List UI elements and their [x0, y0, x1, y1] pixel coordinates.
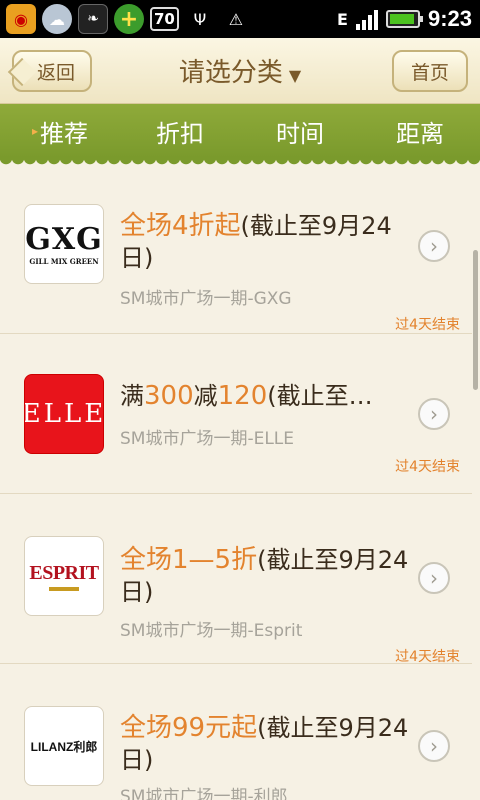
tab-distance[interactable]: 距离 [360, 104, 480, 158]
tab-bar: ▸ 推荐 折扣 时间 距离 [0, 104, 480, 158]
store-name: SM城市广场一期-ELLE [120, 429, 295, 449]
active-marker-icon: ▸ [31, 124, 39, 138]
title-bar: 返回 请选分类 ▼ 首页 [0, 38, 480, 104]
scrollbar[interactable] [473, 250, 478, 390]
page-title: 请选分类 [178, 58, 283, 88]
leaf-icon: ❧ [78, 4, 108, 34]
offer-text: 全场99元起(截止至9月24日) [120, 713, 409, 774]
weibo-icon: ◉ [6, 4, 36, 34]
chevron-right-icon[interactable]: › [418, 730, 450, 762]
clock: 9:23 [427, 6, 472, 31]
offer-text: 满300减120(截止至… [120, 381, 373, 411]
signal-icon [355, 8, 378, 30]
weather-icon: ☁ [42, 4, 72, 34]
store-name: SM城市广场一期-GXG [120, 289, 292, 309]
list-item[interactable]: ELLE 满300减120(截止至… SM城市广场一期-ELLE 过4天结束 › [0, 334, 472, 494]
warning-icon: ⚠ [228, 9, 244, 29]
home-button[interactable]: 首页 [392, 50, 468, 92]
lilanz-logo: LILANZ利郎 [24, 706, 104, 786]
ends-badge: 过4天结束 [395, 459, 460, 475]
offer-text: 全场4折起(截止至9月24日) [120, 211, 392, 272]
network-type: E [337, 9, 348, 29]
list-item[interactable]: GXG GILL MIX GREEN 全场4折起(截止至9月24日) SM城市广… [0, 168, 472, 334]
store-name: SM城市广场一期-利郎 [120, 787, 288, 800]
esprit-logo: ESPRIT [24, 536, 104, 616]
tab-recommended[interactable]: ▸ 推荐 [0, 104, 120, 158]
list-item[interactable]: ESPRIT 全场1—5折(截止至9月24日) SM城市广场一期-Esprit … [0, 494, 472, 665]
plus-icon: + [114, 4, 144, 34]
chevron-right-icon[interactable]: › [418, 562, 450, 594]
store-name: SM城市广场一期-Esprit [120, 621, 303, 641]
chevron-right-icon[interactable]: › [418, 398, 450, 430]
ends-badge: 过4天结束 [395, 649, 460, 665]
ends-badge: 过4天结束 [395, 317, 460, 333]
chevron-right-icon[interactable]: › [418, 230, 450, 262]
scallop-divider [0, 158, 480, 168]
elle-logo: ELLE [24, 374, 104, 454]
usb-icon: Ψ [193, 9, 207, 29]
battery-percent-badge: 70 [150, 7, 179, 31]
tab-time[interactable]: 时间 [240, 104, 360, 158]
chevron-down-icon: ▼ [288, 66, 302, 85]
list-item[interactable]: LILANZ利郎 全场99元起(截止至9月24日) SM城市广场一期-利郎 › [0, 664, 472, 800]
tab-discount[interactable]: 折扣 [120, 104, 240, 158]
offer-text: 全场1—5折(截止至9月24日) [120, 545, 409, 606]
deal-list: GXG GILL MIX GREEN 全场4折起(截止至9月24日) SM城市广… [0, 168, 472, 800]
battery-icon [385, 10, 423, 28]
status-bar: ◉ ☁ ❧ + 70 Ψ ⚠ E 9:23 [0, 0, 480, 38]
gxg-logo: GXG GILL MIX GREEN [24, 204, 104, 284]
